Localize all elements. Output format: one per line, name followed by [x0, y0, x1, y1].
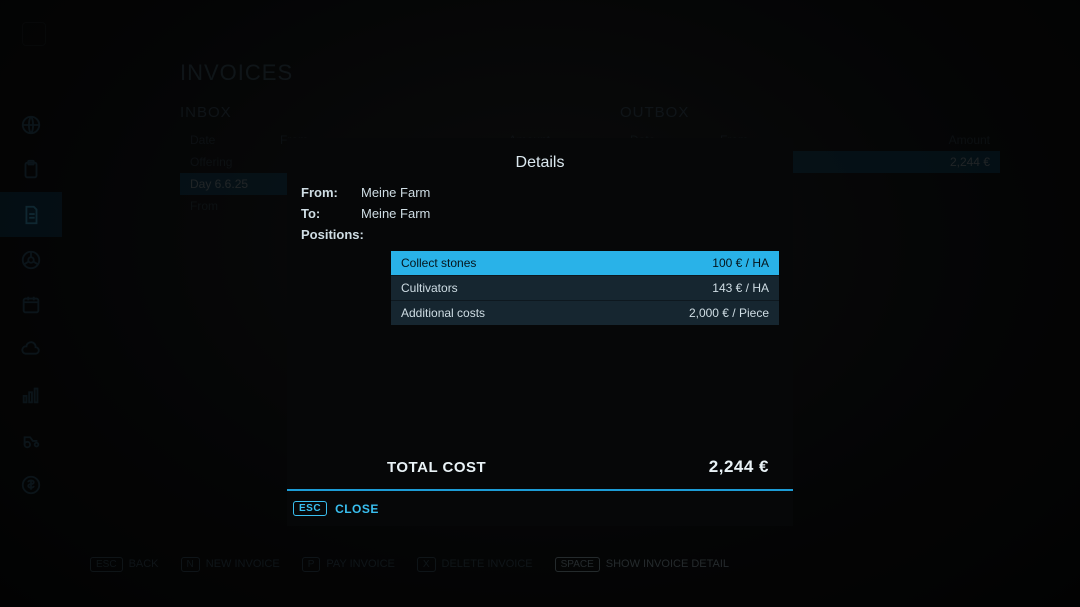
- from-value: Meine Farm: [361, 185, 430, 200]
- close-button[interactable]: ESC CLOSE: [287, 501, 379, 526]
- close-key: ESC: [293, 501, 327, 516]
- position-price: 143 € / HA: [712, 281, 769, 295]
- total-label: TOTAL COST: [387, 459, 486, 476]
- position-price: 2,000 € / Piece: [689, 306, 769, 320]
- positions-table: Collect stones 100 € / HA Cultivators 14…: [391, 251, 779, 325]
- position-name: Collect stones: [401, 256, 476, 270]
- details-modal: Details From: Meine Farm To: Meine Farm …: [287, 138, 793, 526]
- total-value: 2,244 €: [709, 457, 769, 477]
- position-name: Cultivators: [401, 281, 458, 295]
- modal-overlay: Details From: Meine Farm To: Meine Farm …: [0, 0, 1080, 607]
- modal-title: Details: [287, 138, 793, 182]
- position-price: 100 € / HA: [712, 256, 769, 270]
- close-label: CLOSE: [335, 502, 379, 516]
- position-row[interactable]: Additional costs 2,000 € / Piece: [391, 300, 779, 325]
- positions-label: Positions:: [301, 227, 361, 242]
- to-label: To:: [301, 206, 361, 221]
- position-name: Additional costs: [401, 306, 485, 320]
- position-row[interactable]: Cultivators 143 € / HA: [391, 275, 779, 300]
- total-row: TOTAL COST 2,244 €: [287, 445, 793, 489]
- position-row[interactable]: Collect stones 100 € / HA: [391, 251, 779, 275]
- modal-divider: [287, 489, 793, 491]
- from-label: From:: [301, 185, 361, 200]
- to-value: Meine Farm: [361, 206, 430, 221]
